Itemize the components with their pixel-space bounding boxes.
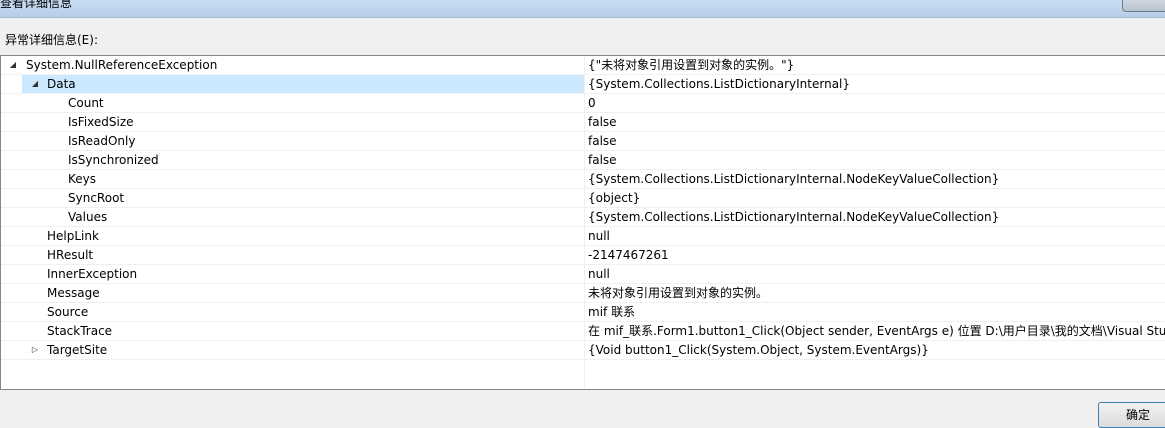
grid-row[interactable]: HResult -2147467261 [1, 246, 1165, 265]
expanded-triangle-icon[interactable]: ◢ [30, 79, 40, 89]
property-value: {System.Collections.ListDictionaryIntern… [588, 77, 851, 91]
property-value: false [588, 134, 617, 148]
window-title: 查看详细信息 [0, 0, 73, 10]
property-name: Data [47, 77, 76, 91]
property-value: false [588, 115, 617, 129]
grid-row[interactable]: HelpLink null [1, 227, 1165, 246]
grid-row[interactable]: Values {System.Collections.ListDictionar… [1, 208, 1165, 227]
collapsed-triangle-icon[interactable]: ▷ [30, 345, 40, 355]
close-button[interactable] [1122, 0, 1165, 12]
property-value: {object} [588, 191, 641, 205]
grid-row[interactable]: Count 0 [1, 94, 1165, 113]
property-name: StackTrace [47, 324, 113, 338]
exception-details-label: 异常详细信息(E): [5, 33, 98, 47]
grid-row[interactable]: IsReadOnly false [1, 132, 1165, 151]
property-value: 0 [588, 96, 596, 110]
property-value: {"未将对象引用设置到对象的实例。"} [588, 58, 795, 72]
property-name: TargetSite [47, 343, 108, 357]
property-value: null [588, 267, 610, 281]
property-name: HResult [47, 248, 94, 262]
property-name: IsReadOnly [68, 134, 136, 148]
property-value: {Void button1_Click(System.Object, Syste… [588, 343, 929, 357]
grid-row[interactable]: StackTrace 在 mif_联系.Form1.button1_Click(… [1, 322, 1165, 341]
ok-button[interactable]: 确定 [1098, 402, 1165, 428]
property-value: -2147467261 [588, 248, 669, 262]
property-name: HelpLink [47, 229, 99, 243]
property-name: IsFixedSize [68, 115, 134, 129]
property-value: 未将对象引用设置到对象的实例。 [588, 286, 769, 300]
grid-row[interactable]: IsSynchronized false [1, 151, 1165, 170]
property-name: System.NullReferenceException [26, 58, 218, 72]
property-name: IsSynchronized [68, 153, 159, 167]
property-value: {System.Collections.ListDictionaryIntern… [588, 210, 1000, 224]
grid-row[interactable]: IsFixedSize false [1, 113, 1165, 132]
expanded-triangle-icon[interactable]: ◢ [8, 60, 18, 70]
property-value: {System.Collections.ListDictionaryIntern… [588, 172, 1000, 186]
property-name: Source [47, 305, 89, 319]
grid-row[interactable]: ◢ System.NullReferenceException {"未将对象引用… [1, 56, 1165, 75]
property-name: SyncRoot [68, 191, 125, 205]
grid-row[interactable]: ▷ TargetSite {Void button1_Click(System.… [1, 341, 1165, 360]
grid-row-selected[interactable]: ◢ Data {System.Collections.ListDictionar… [1, 75, 1165, 94]
grid-row[interactable]: SyncRoot {object} [1, 189, 1165, 208]
property-value: null [588, 229, 610, 243]
property-name: InnerException [47, 267, 138, 281]
property-value: false [588, 153, 617, 167]
grid-row[interactable]: Source mif 联系 [1, 303, 1165, 322]
property-name: Message [47, 286, 100, 300]
exception-details-grid[interactable]: ◢ System.NullReferenceException {"未将对象引用… [0, 55, 1165, 390]
window-titlebar: 查看详细信息 [0, 0, 1165, 18]
property-value: mif 联系 [588, 305, 636, 319]
property-value: 在 mif_联系.Form1.button1_Click(Object send… [588, 324, 1165, 338]
property-name: Keys [68, 172, 97, 186]
grid-row[interactable]: InnerException null [1, 265, 1165, 284]
grid-row[interactable]: Keys {System.Collections.ListDictionaryI… [1, 170, 1165, 189]
property-name: Count [68, 96, 104, 110]
property-name: Values [68, 210, 108, 224]
grid-row[interactable]: Message 未将对象引用设置到对象的实例。 [1, 284, 1165, 303]
